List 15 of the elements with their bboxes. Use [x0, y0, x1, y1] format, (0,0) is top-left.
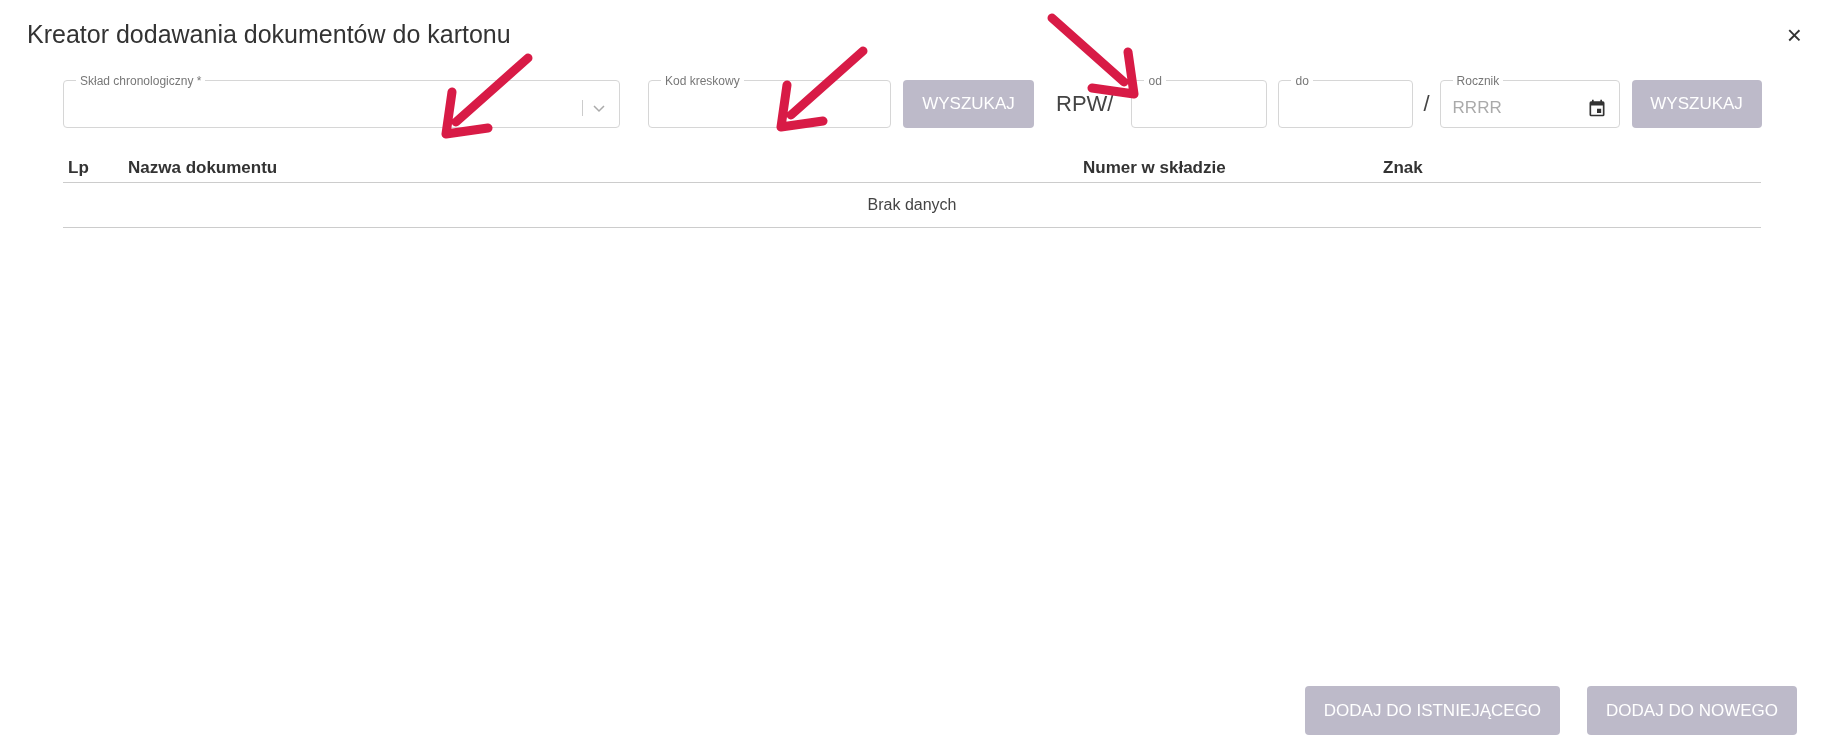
field-label: Kod kreskowy [664, 72, 741, 90]
column-header: Znak [1383, 156, 1424, 179]
column-header: Numer w składzie [1083, 156, 1227, 179]
empty-table-message: Brak danych [867, 195, 957, 215]
field-placeholder: RRRR [1452, 97, 1503, 120]
separator: / [1423, 90, 1430, 118]
dialog-title: Kreator dodawania dokumentów do kartonu [27, 19, 511, 50]
field-label: do [1294, 72, 1310, 90]
field-label: Rocznik [1455, 72, 1501, 90]
field-label: Skład chronologiczny * [79, 72, 203, 90]
column-header: Nazwa dokumentu [128, 156, 279, 179]
column-header: Lp [68, 156, 90, 179]
close-button[interactable]: × [1786, 21, 1802, 48]
rpw-prefix: RPW/ [1056, 90, 1114, 118]
field-label: od [1147, 72, 1163, 90]
